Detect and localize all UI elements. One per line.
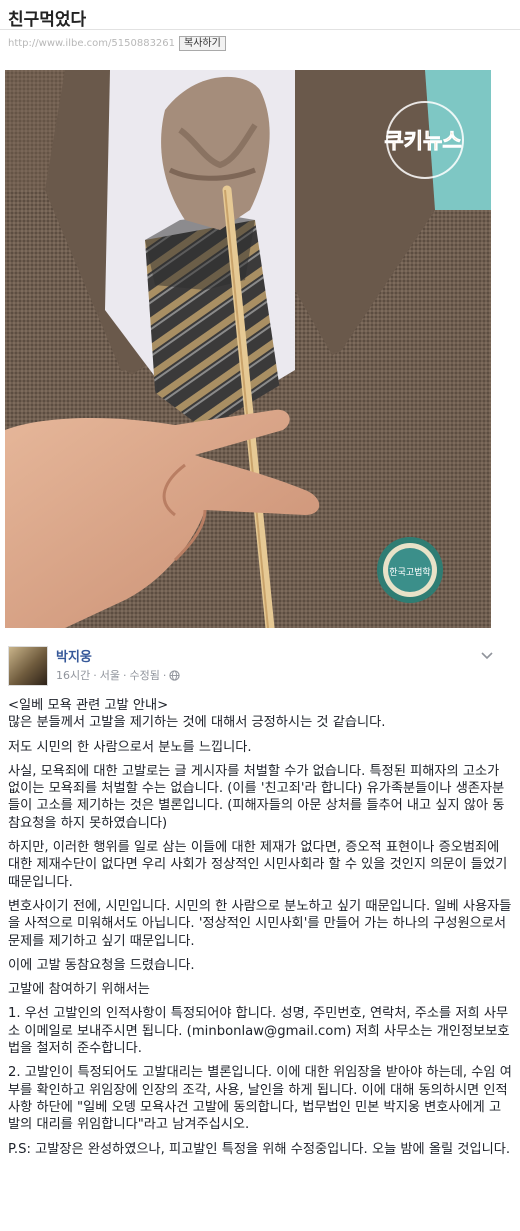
post-paragraph: 많은 분들께서 고발을 제기하는 것에 대해서 긍정하시는 것 같습니다. — [8, 715, 386, 731]
post-paragraph: 2. 고발인이 특정되어도 고발대리는 별론입니다. 이에 대한 위임장을 받아… — [8, 1065, 512, 1133]
photo-watermark: 쿠키뉴스 — [384, 129, 461, 153]
post-header: 박지웅 16시간 · 서울 · 수정됨 · — [0, 640, 520, 690]
copy-url-button[interactable]: 복사하기 — [179, 35, 226, 51]
post-meta: 16시간 · 서울 · 수정됨 · — [56, 667, 181, 683]
meta-separator: · — [162, 668, 167, 682]
post-body: <일베 모욕 관련 고발 안내> 많은 분들께서 고발을 제기하는 것에 대해서… — [8, 697, 513, 1165]
post-paragraph: <일베 모욕 관련 고발 안내> — [8, 698, 169, 713]
title-bar: 친구먹었다 — [0, 0, 520, 30]
post-paragraph: 이에 고발 동참요청을 드렸습니다. — [8, 957, 195, 973]
meta-separator: · — [123, 668, 127, 682]
chevron-down-icon[interactable] — [480, 648, 494, 662]
post-paragraph: 고발에 참여하기 위해서는 — [8, 982, 150, 998]
post-paragraph: 변호사이기 전에, 시민입니다. 시민의 한 사람으로 분노하고 싶기 때문입니… — [8, 898, 512, 949]
post-paragraph: 1. 우선 고발인의 인적사항이 특정되어야 합니다. 성명, 주민번호, 연락… — [8, 1006, 510, 1057]
post-paragraph: 저도 시민의 한 사람으로서 분노를 느낍니다. — [8, 739, 252, 755]
edited-label[interactable]: 수정됨 — [130, 667, 160, 683]
author-name[interactable]: 박지웅 — [56, 646, 92, 665]
badge-text: 한국고법학 — [389, 567, 430, 578]
post-photo: 한국고법학 쿠키뉴스 — [5, 70, 491, 628]
photo-illustration: 한국고법학 쿠키뉴스 — [5, 70, 491, 628]
post-location[interactable]: 서울 — [100, 667, 120, 683]
meta-separator: · — [93, 668, 97, 682]
post-url[interactable]: http://www.ilbe.com/5150883261 — [8, 38, 175, 49]
post-time[interactable]: 16시간 — [56, 667, 90, 683]
post-paragraph: P.S: 고발장은 완성하였으나, 피고발인 특정을 위해 수정중입니다. 오늘… — [8, 1141, 511, 1157]
page-title: 친구먹었다 — [8, 10, 87, 30]
url-row: http://www.ilbe.com/5150883261 복사하기 — [8, 34, 226, 52]
post-paragraph: 사실, 모욕죄에 대한 고발로는 글 게시자를 처벌할 수가 없습니다. 특정된… — [8, 763, 505, 831]
post-paragraph: 하지만, 이러한 행위를 일로 삼는 이들에 대한 제재가 없다면, 증오적 표… — [8, 840, 508, 890]
globe-icon — [169, 669, 181, 681]
avatar[interactable] — [8, 646, 48, 686]
